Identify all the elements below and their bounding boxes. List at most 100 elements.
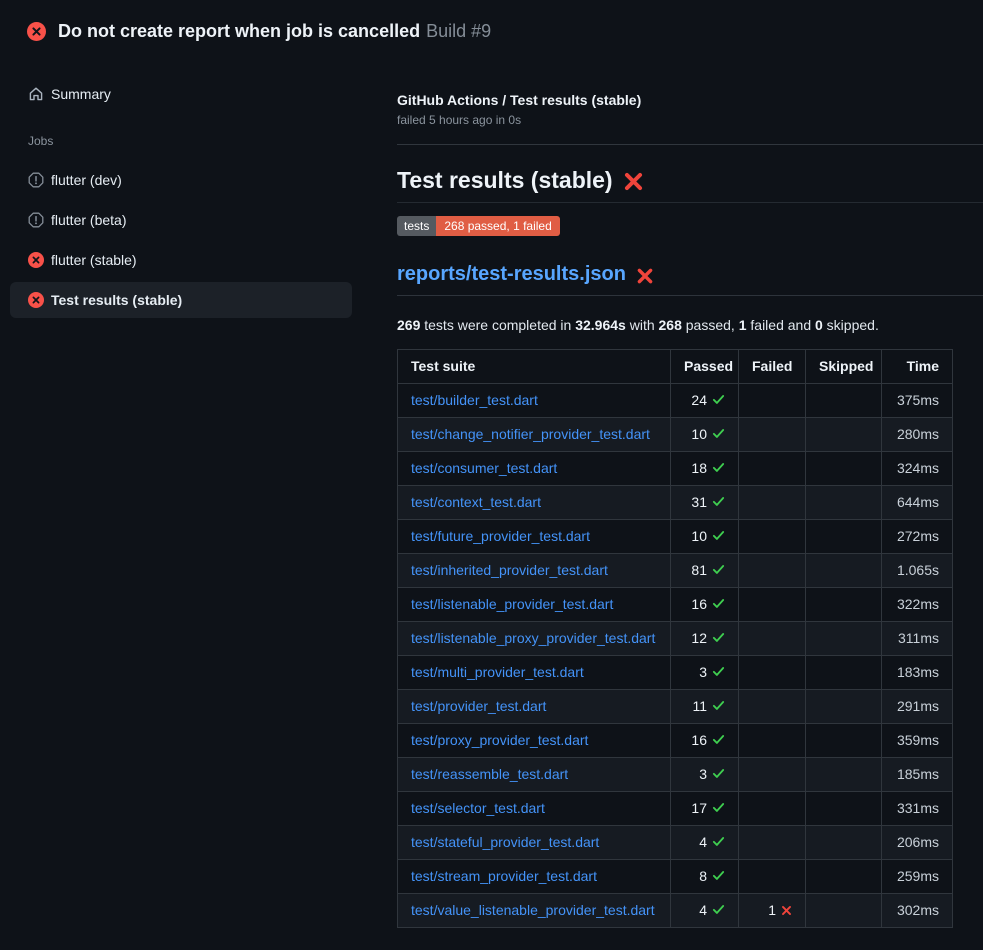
test-suite-link[interactable]: test/multi_provider_test.dart	[411, 664, 584, 680]
test-suite-link[interactable]: test/future_provider_test.dart	[411, 528, 590, 544]
test-suite-link[interactable]: test/context_test.dart	[411, 494, 541, 510]
col-header-passed: Passed	[671, 350, 739, 384]
failed-cell	[739, 486, 806, 520]
skipped-cell	[806, 452, 882, 486]
test-suite-link[interactable]: test/value_listenable_provider_test.dart	[411, 902, 655, 918]
test-suite-link[interactable]: test/selector_test.dart	[411, 800, 545, 816]
time-cell: 302ms	[882, 894, 953, 928]
skipped-cell	[806, 554, 882, 588]
skipped-cell	[806, 894, 882, 928]
test-suite-link[interactable]: test/listenable_proxy_provider_test.dart	[411, 630, 655, 646]
table-row: test/consumer_test.dart 18 324ms	[398, 452, 953, 486]
skipped-cell	[806, 758, 882, 792]
test-suite-link[interactable]: test/reassemble_test.dart	[411, 766, 568, 782]
check-icon	[712, 903, 725, 916]
passed-cell: 4	[671, 826, 739, 860]
sidebar-item-flutter-dev[interactable]: flutter (dev)	[10, 162, 352, 198]
summary-text: with	[626, 317, 659, 333]
test-suite-link[interactable]: test/proxy_provider_test.dart	[411, 732, 588, 748]
failed-cell	[739, 520, 806, 554]
badge-label: tests	[397, 216, 436, 236]
test-results-table: Test suite Passed Failed Skipped Time te…	[397, 349, 953, 928]
test-suite-link[interactable]: test/change_notifier_provider_test.dart	[411, 426, 650, 442]
failed-x-icon	[636, 267, 654, 285]
failed-cell	[739, 656, 806, 690]
table-row: test/stream_provider_test.dart 8 259ms	[398, 860, 953, 894]
home-icon	[28, 86, 44, 102]
col-header-skipped: Skipped	[806, 350, 882, 384]
skipped-cell	[806, 724, 882, 758]
summary-text: passed,	[682, 317, 739, 333]
check-run-name: Do not create report when job is cancell…	[58, 21, 420, 41]
passed-cell: 81	[671, 554, 739, 588]
table-row: test/reassemble_test.dart 3 185ms	[398, 758, 953, 792]
test-suite-link[interactable]: test/provider_test.dart	[411, 698, 546, 714]
check-icon	[712, 801, 725, 814]
time-cell: 322ms	[882, 588, 953, 622]
sidebar-item-flutter-stable[interactable]: flutter (stable)	[10, 242, 352, 278]
report-file-link[interactable]: reports/test-results.json	[397, 263, 626, 286]
divider	[397, 144, 983, 145]
table-row: test/builder_test.dart 24 375ms	[398, 384, 953, 418]
passed-cell: 8	[671, 860, 739, 894]
skipped-cell	[806, 826, 882, 860]
test-table-body: test/builder_test.dart 24 375ms test/cha…	[398, 384, 953, 928]
col-header-test-suite: Test suite	[398, 350, 671, 384]
table-row: test/selector_test.dart 17 331ms	[398, 792, 953, 826]
run-status-line: failed 5 hours ago in 0s	[397, 113, 983, 127]
check-icon	[712, 597, 725, 610]
table-row: test/change_notifier_provider_test.dart …	[398, 418, 953, 452]
passed-cell: 3	[671, 758, 739, 792]
test-suite-link[interactable]: test/builder_test.dart	[411, 392, 538, 408]
badge-value: 268 passed, 1 failed	[436, 216, 559, 236]
cancelled-octagon-icon	[28, 212, 44, 228]
test-suite-link[interactable]: test/listenable_provider_test.dart	[411, 596, 613, 612]
failed-cell	[739, 724, 806, 758]
summary-text: tests were completed in	[420, 317, 575, 333]
passed-cell: 16	[671, 724, 739, 758]
sidebar-item-flutter-beta[interactable]: flutter (beta)	[10, 202, 352, 238]
time-cell: 644ms	[882, 486, 953, 520]
check-icon	[712, 427, 725, 440]
total-tests-count: 269	[397, 317, 420, 333]
skipped-cell	[806, 622, 882, 656]
failed-cell	[739, 758, 806, 792]
test-suite-link[interactable]: test/stream_provider_test.dart	[411, 868, 597, 884]
failed-cell	[739, 792, 806, 826]
time-cell: 185ms	[882, 758, 953, 792]
time-cell: 291ms	[882, 690, 953, 724]
skipped-cell	[806, 588, 882, 622]
failed-cell	[739, 690, 806, 724]
sidebar-item-summary[interactable]: Summary	[10, 76, 352, 112]
time-cell: 280ms	[882, 418, 953, 452]
check-icon	[712, 495, 725, 508]
skipped-cell	[806, 656, 882, 690]
failed-cell	[739, 418, 806, 452]
build-number: Build #9	[426, 21, 491, 41]
table-row: test/stateful_provider_test.dart 4 206ms	[398, 826, 953, 860]
check-icon	[712, 393, 725, 406]
passed-cell: 4	[671, 894, 739, 928]
tests-badge: tests268 passed, 1 failed	[397, 216, 560, 236]
test-suite-link[interactable]: test/stateful_provider_test.dart	[411, 834, 599, 850]
skipped-cell	[806, 520, 882, 554]
failed-cell	[739, 588, 806, 622]
check-icon	[712, 835, 725, 848]
table-row: test/listenable_proxy_provider_test.dart…	[398, 622, 953, 656]
failed-cell	[739, 554, 806, 588]
sidebar-item-label: Summary	[51, 86, 111, 102]
table-row: test/provider_test.dart 11 291ms	[398, 690, 953, 724]
test-suite-link[interactable]: test/inherited_provider_test.dart	[411, 562, 608, 578]
passed-cell: 11	[671, 690, 739, 724]
time-cell: 259ms	[882, 860, 953, 894]
total-duration: 32.964s	[575, 317, 626, 333]
check-icon	[712, 529, 725, 542]
main-content: GitHub Actions / Test results (stable) f…	[380, 56, 983, 928]
check-icon	[712, 767, 725, 780]
test-suite-link[interactable]: test/consumer_test.dart	[411, 460, 557, 476]
section-title-text: Test results (stable)	[397, 167, 613, 194]
col-header-failed: Failed	[739, 350, 806, 384]
table-row: test/multi_provider_test.dart 3 183ms	[398, 656, 953, 690]
section-title: Test results (stable)	[397, 167, 983, 203]
sidebar-item-test-results-stable[interactable]: Test results (stable)	[10, 282, 352, 318]
